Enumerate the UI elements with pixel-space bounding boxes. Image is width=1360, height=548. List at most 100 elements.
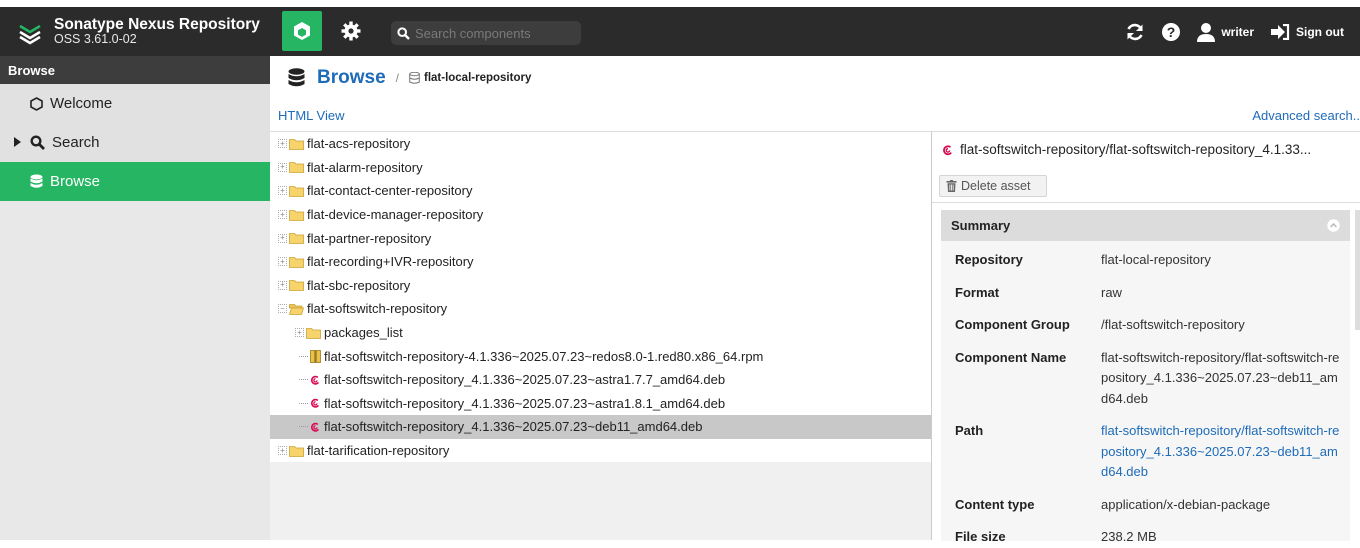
expander-icon[interactable]: + <box>278 257 287 267</box>
summary-row: Path flat-softswitch-repository/flat-soft… <box>955 421 1350 483</box>
expander-icon[interactable]: − <box>278 304 287 314</box>
summary-value: raw <box>1101 284 1122 300</box>
tree-folder-row[interactable]: + flat-partner-repository <box>270 226 931 250</box>
refresh-button[interactable] <box>1125 22 1145 42</box>
tree-connector <box>299 402 308 404</box>
database-icon <box>288 67 305 86</box>
help-icon: ? <box>1162 22 1181 41</box>
nexus-logo-icon <box>19 24 41 44</box>
tree-item-label: flat-contact-center-repository <box>307 183 473 199</box>
folder-icon <box>289 185 304 197</box>
sidebar-item-search[interactable]: Search <box>0 123 270 162</box>
tree-connector <box>299 355 308 357</box>
expander-icon[interactable]: + <box>278 233 287 243</box>
expander-icon[interactable]: + <box>278 162 287 172</box>
summary-value: /flat-softswitch-repository <box>1101 317 1245 332</box>
folder-icon <box>289 256 304 268</box>
folder-icon <box>289 279 304 292</box>
sidebar-item-browse[interactable]: Browse <box>0 162 270 201</box>
expander-icon[interactable]: + <box>278 210 287 220</box>
asset-title-text: flat-softswitch-repository/flat-softswit… <box>960 142 1312 157</box>
tree-item-label: flat-partner-repository <box>307 230 432 246</box>
tree-folder-row[interactable]: + flat-recording+IVR-repository <box>270 250 931 274</box>
delete-asset-label: Delete asset <box>961 179 1031 193</box>
expander-icon[interactable]: + <box>278 186 287 196</box>
summary-row: Component Name flat-softswitch-repository… <box>955 348 1350 410</box>
tree-item-label: flat-sbc-repository <box>307 277 411 293</box>
user-menu[interactable]: writer <box>1197 22 1254 42</box>
tree-connector <box>299 426 308 428</box>
summary-row: Component Group/flat-softswitch-reposito… <box>955 315 1350 336</box>
expander-icon[interactable]: + <box>278 139 287 149</box>
tree-folder-row[interactable]: + flat-acs-repository <box>270 132 931 156</box>
tree-folder-row[interactable]: − flat-softswitch-repository <box>270 297 931 321</box>
search-input[interactable] <box>415 25 575 41</box>
sidebar-item-label: Search <box>52 134 100 151</box>
summary-row: Format raw <box>955 283 1350 304</box>
tree-connector <box>299 379 308 381</box>
summary-value-link[interactable]: flat-softswitch-repository/flat-softswit… <box>1101 421 1341 483</box>
tree-folder-row[interactable]: + flat-contact-center-repository <box>270 179 931 203</box>
tree-rows: + flat-acs-repository + flat-alarm-reposito… <box>270 132 931 463</box>
delete-asset-button[interactable]: Delete asset <box>939 175 1047 197</box>
top-right-actions: ? writer Sign out <box>1125 7 1360 56</box>
tree-asset-row[interactable]: flat-softswitch-repository_4.1.336~2025.… <box>270 368 931 392</box>
html-view-link[interactable]: HTML View <box>278 108 344 123</box>
scrollbar[interactable] <box>1355 210 1360 330</box>
tree-folder-row[interactable]: + flat-sbc-repository <box>270 274 931 298</box>
tree-asset-row[interactable]: flat-softswitch-repository_4.1.336~2025.… <box>270 392 931 416</box>
tree-item-label: flat-recording+IVR-repository <box>307 254 474 270</box>
tree-item-label: flat-acs-repository <box>307 136 411 152</box>
trash-icon <box>946 180 957 192</box>
user-icon <box>1197 22 1216 42</box>
collapse-icon[interactable] <box>1327 219 1340 232</box>
app-version: OSS 3.61.0-02 <box>54 32 137 47</box>
folder-icon <box>289 161 304 174</box>
summary-row: File size 238.2 MB <box>955 527 1350 548</box>
tree-folder-row[interactable]: + packages_list <box>270 321 931 345</box>
folder-open-icon <box>289 303 304 315</box>
signout-button[interactable]: Sign out <box>1270 23 1344 40</box>
debian-icon <box>310 374 321 386</box>
gear-icon <box>341 21 361 41</box>
breadcrumb-browse-link[interactable]: Browse <box>317 67 386 89</box>
tree-folder-row[interactable]: + flat-alarm-repository <box>270 156 931 180</box>
search-icon <box>397 26 410 40</box>
tree-item-label: flat-softswitch-repository-4.1.336~2025.… <box>324 348 764 364</box>
sidebar-header: Browse <box>0 56 270 84</box>
browse-mode-button[interactable] <box>282 11 322 51</box>
tree-item-label: flat-softswitch-repository_4.1.336~2025.… <box>324 372 726 388</box>
hexagon-icon <box>30 96 43 111</box>
folder-icon <box>289 138 304 150</box>
sidebar-item-label: Welcome <box>50 95 113 112</box>
summary-key: Format <box>955 284 1000 300</box>
top-bar: Sonatype Nexus Repository OSS 3.61.0-02 <box>0 0 1360 56</box>
summary-header[interactable]: Summary <box>941 210 1350 241</box>
brand[interactable]: Sonatype Nexus Repository OSS 3.61.0-02 <box>0 7 270 56</box>
tree-folder-row[interactable]: + flat-device-manager-repository <box>270 203 931 227</box>
admin-mode-button[interactable] <box>338 18 364 44</box>
sidebar-item-welcome[interactable]: Welcome <box>0 84 270 123</box>
folder-icon <box>289 232 304 245</box>
summary-value: application/x-debian-package <box>1101 496 1271 512</box>
expander-icon[interactable]: + <box>295 328 304 338</box>
caret-right-icon[interactable] <box>14 137 21 147</box>
expander-icon[interactable]: + <box>278 446 287 456</box>
tree-asset-row[interactable]: flat-softswitch-repository-4.1.336~2025.… <box>270 344 931 368</box>
summary-row: Repository flat-local-repository <box>955 250 1350 271</box>
folder-icon <box>289 445 304 457</box>
tree-folder-row[interactable]: + flat-tarification-repository <box>270 439 931 463</box>
refresh-icon <box>1127 23 1144 40</box>
summary-key: File size <box>955 529 1006 544</box>
advanced-search-link[interactable]: Advanced search.. <box>1252 108 1360 123</box>
summary-key: Component Group <box>955 317 1070 332</box>
tree-asset-row[interactable]: flat-softswitch-repository_4.1.336~2025.… <box>270 415 931 439</box>
database-icon <box>30 174 43 189</box>
summary-value: flat-softswitch-repository/flat-softswit… <box>1101 349 1340 406</box>
expander-icon[interactable]: + <box>278 280 287 290</box>
breadcrumb-repository: flat-local-repository <box>423 71 532 84</box>
component-search[interactable] <box>391 21 581 45</box>
tree-item-label: flat-softswitch-repository_4.1.336~2025.… <box>324 395 726 411</box>
help-button[interactable]: ? <box>1161 22 1181 42</box>
tree-item-label: packages_list <box>324 325 403 341</box>
